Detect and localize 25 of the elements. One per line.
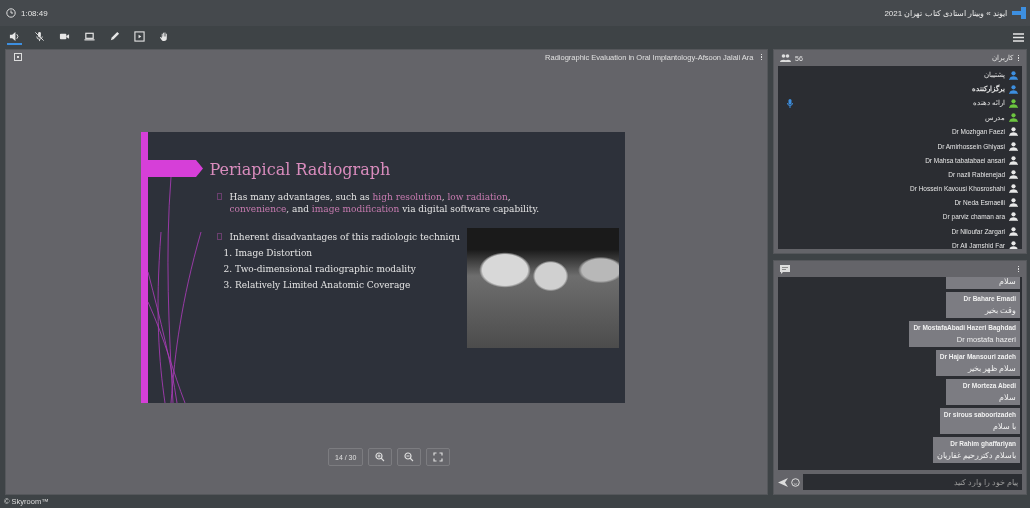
room-title: ایوند » وبینار استادی کتاب تهران 2021 [884,8,1007,18]
bullet-text: Has many advantages, such as high resolution, low radiation, convenience, and image modification via digital software capability. [229,190,541,215]
menu-icon[interactable] [1013,32,1024,42]
list-item: 3. Relatively Limited Anatomic Coverage [223,278,412,292]
bullet-icon [216,232,222,240]
more-icon[interactable] [1016,54,1020,62]
more-icon[interactable] [759,53,763,61]
emoji-icon[interactable] [791,477,800,487]
fullscreen-icon[interactable] [426,448,451,466]
media-icon[interactable] [132,29,147,45]
bullet-text: Inherent disadvantages of this radiologic techniqu [229,230,460,243]
send-icon[interactable] [778,477,788,487]
microphone-icon [787,99,793,109]
list-item: 1. Image Distortion [223,246,314,260]
list-item: 2. Two-dimensional radiographic modality [223,262,417,276]
users-icon [780,54,791,62]
zoom-in-icon[interactable] [368,448,393,466]
chat-icon [780,264,790,274]
bullet-icon [216,192,222,200]
slide-title: Periapical Radiograph [209,158,392,181]
clock-icon [6,8,16,18]
more-icon[interactable] [1016,265,1020,273]
zoom-out-icon[interactable] [397,448,422,466]
session-timer: 1:08:49 [21,8,48,18]
logo-icon [1012,6,1026,20]
